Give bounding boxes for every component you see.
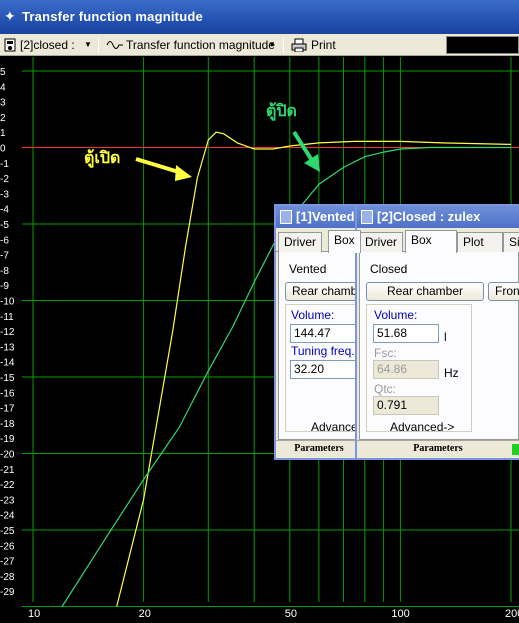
waveform-icon	[106, 36, 126, 54]
closed-window-title: [2]Closed : zulex	[377, 209, 481, 224]
y-tick-label: 4	[0, 82, 6, 93]
annotation-closed: ตู้ปิด	[266, 101, 297, 122]
printer-icon	[291, 36, 309, 54]
y-tick-label: -9	[0, 281, 9, 292]
closed-status-text: Parameters	[413, 443, 463, 454]
y-tick-label: -5	[0, 220, 9, 231]
x-tick-label: 50	[285, 608, 297, 620]
box-type-label: Closed	[370, 262, 408, 276]
volume-label: Volume:	[374, 308, 418, 322]
closed-tabs: Driver Box Plot Si	[357, 230, 519, 253]
x-tick-label: 100	[391, 608, 409, 620]
y-tick-label: -23	[0, 495, 15, 506]
y-tick-label: -3	[0, 189, 9, 200]
toolbar-divider	[98, 37, 99, 53]
tab-box[interactable]: Box	[405, 230, 457, 253]
closed-status-bar: Parameters	[357, 440, 519, 458]
app-icon: ✦	[4, 8, 16, 24]
tab-plot[interactable]: Plot	[457, 232, 503, 252]
y-tick-label: -25	[0, 526, 15, 537]
window-icon	[280, 210, 292, 224]
y-tick-label: 0	[0, 144, 6, 155]
annotation-arrowhead-vented	[175, 165, 192, 181]
advanced-button[interactable]: Advanced->	[390, 420, 454, 434]
y-tick-label: -24	[0, 511, 15, 522]
y-tick-label: -22	[0, 480, 15, 491]
x-tick-label: 10	[28, 608, 40, 620]
x-tick-label: 200	[505, 608, 519, 620]
vented-status-bar: Parameters	[276, 440, 362, 458]
tuning-freq-label: Tuning freq.:	[291, 344, 358, 358]
print-button[interactable]: Print	[311, 36, 336, 54]
y-tick-label: -12	[0, 327, 15, 338]
fsc-field: 64.86	[373, 360, 439, 379]
y-tick-label: 3	[0, 98, 6, 109]
toolbar-display	[446, 36, 519, 54]
toolbar: [2]closed : ▼ Transfer function magnitud…	[0, 34, 519, 56]
tab-driver[interactable]: Driver	[359, 232, 403, 252]
y-tick-label: -11	[0, 312, 14, 323]
qtc-label: Qtc:	[374, 382, 397, 396]
closed-box-window: [2]Closed : zulex Driver Box Plot Si Clo…	[355, 204, 519, 460]
y-tick-label: 2	[0, 113, 6, 124]
volume-unit: l	[444, 330, 447, 344]
y-tick-label: -28	[0, 572, 15, 583]
fsc-label: Fsc:	[374, 346, 397, 360]
graph-select[interactable]: Transfer function magnitude	[126, 36, 275, 54]
box-select-chevron-down-icon[interactable]: ▼	[82, 36, 94, 54]
y-tick-label: -19	[0, 434, 15, 445]
y-tick-label: -16	[0, 388, 15, 399]
box-select[interactable]: [2]closed :	[20, 36, 75, 54]
y-tick-label: -18	[0, 419, 15, 430]
y-tick-label: -10	[0, 297, 15, 308]
y-tick-label: 1	[0, 128, 6, 139]
front-chamber-button[interactable]: Front	[488, 282, 519, 301]
y-tick-label: 5	[0, 67, 6, 78]
annotation-arrow-vented	[135, 157, 183, 175]
y-tick-label: -17	[0, 404, 15, 415]
annotation-vented: ตู้เปิด	[84, 148, 120, 169]
vented-box-panel: Vented Rear chamber Volume: 144.47 Tunin…	[278, 252, 375, 440]
title-bar: ✦ Transfer function magnitude	[0, 0, 519, 34]
vented-window-title: [1]Vented	[296, 209, 355, 224]
y-tick-label: -14	[0, 358, 15, 369]
status-indicator	[512, 444, 519, 455]
y-tick-label: -7	[0, 251, 9, 262]
y-tick-label: -27	[0, 557, 15, 568]
vented-tabs: Driver Box	[276, 230, 362, 253]
closed-box-panel: Closed Rear chamber Front Volume: 51.68 …	[359, 252, 519, 440]
volume-field[interactable]: 51.68	[373, 324, 439, 343]
window-title: Transfer function magnitude	[22, 9, 203, 24]
y-tick-label: -8	[0, 266, 9, 277]
toolbar-divider	[283, 37, 284, 53]
y-tick-label: -20	[0, 450, 15, 461]
graph-select-chevron-down-icon[interactable]: ▼	[266, 36, 278, 54]
y-tick-label: -21	[0, 465, 15, 476]
y-tick-label: -13	[0, 342, 15, 353]
closed-window-title-bar[interactable]: [2]Closed : zulex	[357, 206, 519, 228]
y-tick-label: -26	[0, 541, 15, 552]
tab-driver[interactable]: Driver	[278, 232, 322, 252]
fsc-unit: Hz	[444, 366, 459, 380]
rear-chamber-button[interactable]: Rear chamber	[366, 282, 484, 301]
qtc-field: 0.791	[373, 396, 439, 415]
box-icon	[4, 36, 20, 54]
tab-box[interactable]: Box	[328, 230, 361, 253]
y-tick-label: -2	[0, 174, 9, 185]
y-tick-label: -4	[0, 205, 9, 216]
y-tick-label: -29	[0, 587, 15, 598]
y-tick-label: -6	[0, 235, 9, 246]
vented-window-title-bar[interactable]: [1]Vented	[276, 206, 362, 228]
box-type-label: Vented	[289, 262, 327, 276]
tab-si[interactable]: Si	[503, 232, 519, 252]
vented-box-window: [1]Vented Driver Box Vented Rear chamber…	[274, 204, 375, 460]
y-tick-label: -1	[0, 159, 9, 170]
y-tick-label: -15	[0, 373, 15, 384]
window-icon	[361, 210, 373, 224]
volume-label: Volume:	[291, 308, 335, 322]
x-tick-label: 20	[139, 608, 151, 620]
